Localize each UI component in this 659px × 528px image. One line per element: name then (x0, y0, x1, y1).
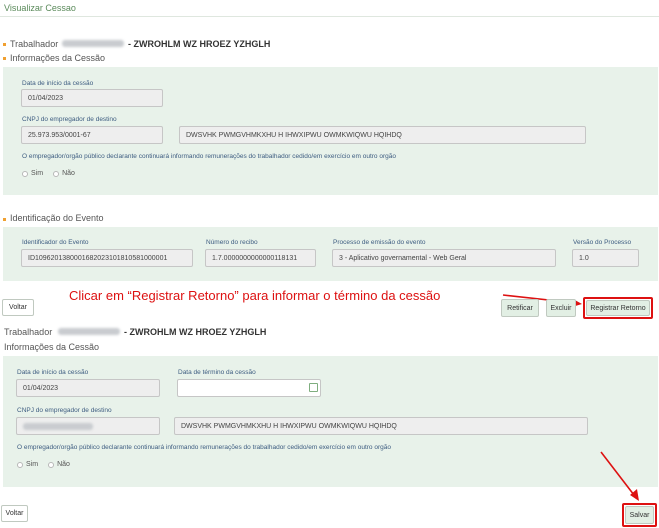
version-field: 1.0 (572, 249, 639, 267)
process-label: Processo de emissão do evento (333, 239, 426, 246)
radio-sim[interactable] (22, 170, 28, 177)
worker-label: Trabalhador (10, 39, 59, 49)
start-date-field: 01/04/2023 (21, 89, 163, 107)
bullet-icon (3, 43, 6, 46)
register-return-button[interactable]: Registrar Retorno (586, 300, 650, 316)
continue-reporting-question: O empregador/orgão público declarante co… (22, 153, 396, 160)
save-arrow-icon (600, 451, 639, 501)
cnpj-label: CNPJ do empregador de destino (22, 116, 117, 123)
start-date-label: Data de início da cessão (17, 369, 89, 376)
receipt-field: 1.7.0000000000000118131 (205, 249, 316, 267)
company-name-field: DWSVHK PWMGVHMKXHU H IHWXIPWU OWMKWIQWU … (179, 126, 586, 144)
radio-nao[interactable] (48, 461, 55, 468)
start-date-label: Data de início da cessão (22, 80, 94, 87)
continue-reporting-question: O empregador/orgão público declarante co… (17, 444, 391, 451)
cnpj-field-redacted (16, 417, 160, 435)
back-button[interactable]: Voltar (2, 299, 34, 316)
rectify-button[interactable]: Retificar (501, 299, 539, 317)
radio-group: Sim Não (22, 170, 75, 177)
title-divider (0, 16, 659, 17)
process-field: 3 - Aplicativo governamental - Web Geral (332, 249, 556, 267)
save-button[interactable]: Salvar (625, 506, 654, 524)
cnpj-redacted (23, 422, 93, 430)
annotation-text: Clicar em “Registrar Retorno” para infor… (69, 288, 441, 303)
delete-button[interactable]: Excluir (546, 299, 576, 317)
section-title-event: Identificação do Evento (10, 213, 104, 223)
radio-sim-label: Sim (31, 170, 44, 177)
cnpj-field: 25.973.953/0001-67 (21, 126, 163, 144)
section-title-info: Informações da Cessão (10, 53, 106, 63)
radio-nao-label: Não (62, 170, 75, 177)
worker-id-redacted (58, 328, 120, 335)
page-title: Visualizar Cessao (4, 3, 76, 13)
section-title-info: Informações da Cessão (4, 342, 100, 352)
bullet-icon (3, 218, 6, 221)
back-button[interactable]: Voltar (1, 505, 28, 522)
end-date-label: Data de término da cessão (178, 369, 256, 376)
event-id-field: ID1096201380001682023101810581000001 (21, 249, 193, 267)
version-label: Versão do Processo (573, 239, 632, 246)
worker-id-redacted (62, 40, 124, 47)
worker-label: Trabalhador (4, 327, 53, 337)
calendar-icon[interactable] (309, 383, 318, 392)
worker-name: - ZWROHLM WZ HROEZ YZHGLH (128, 39, 271, 49)
worker-name: - ZWROHLM WZ HROEZ YZHGLH (124, 327, 267, 337)
radio-nao[interactable] (53, 170, 60, 177)
bullet-icon (3, 57, 6, 60)
company-name-field: DWSVHK PWMGVHMKXHU H IHWXIPWU OWMKWIQWU … (174, 417, 588, 435)
cnpj-label: CNPJ do empregador de destino (17, 407, 112, 414)
event-id-label: Identificador do Evento (22, 239, 89, 246)
radio-sim-label: Sim (26, 461, 39, 468)
receipt-label: Número do recibo (206, 239, 258, 246)
end-date-input[interactable] (177, 379, 321, 397)
radio-nao-label: Não (57, 461, 70, 468)
radio-sim[interactable] (17, 461, 23, 468)
radio-group: Sim Não (17, 461, 70, 468)
start-date-field: 01/04/2023 (16, 379, 160, 397)
